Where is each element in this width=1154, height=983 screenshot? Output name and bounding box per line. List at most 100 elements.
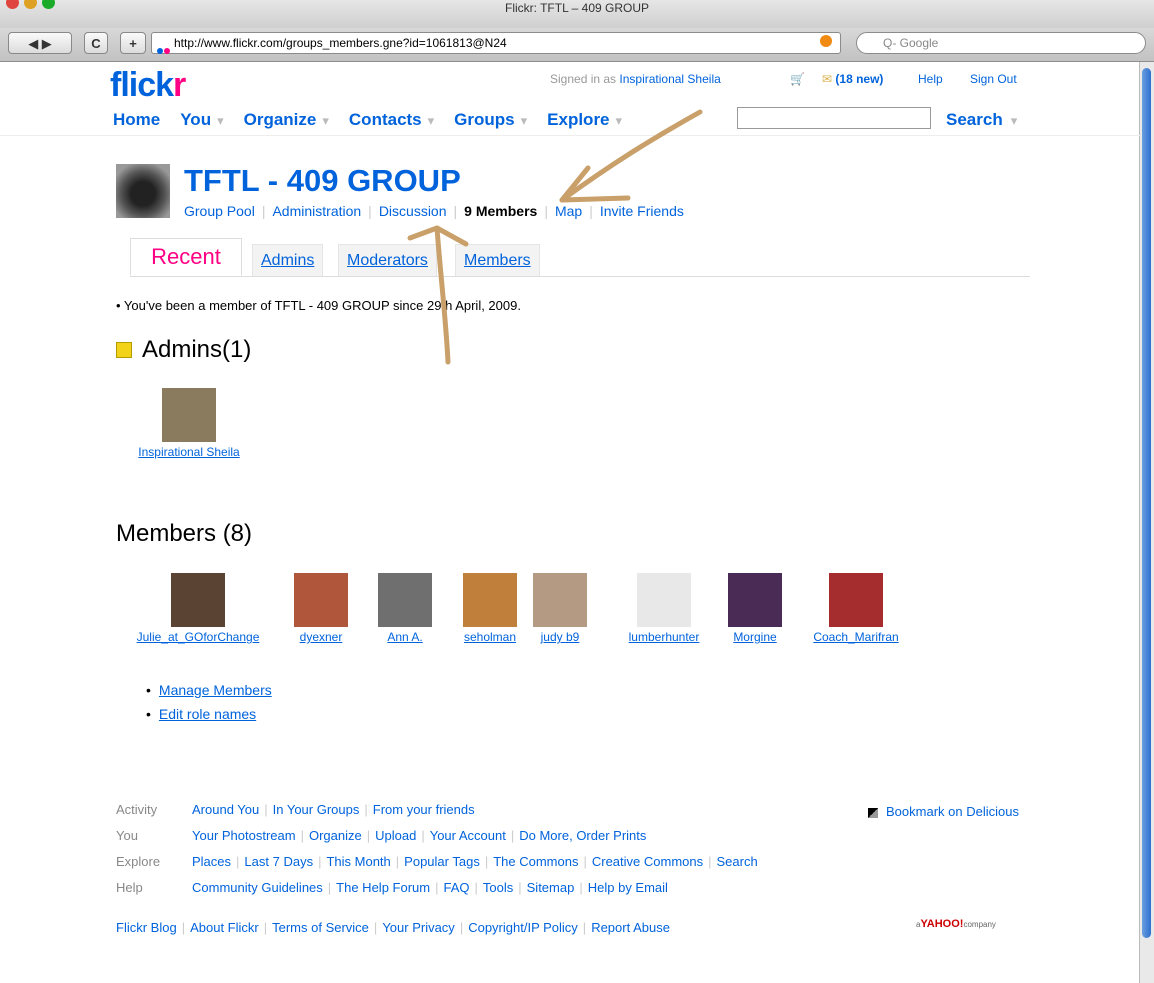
- tab-moderators[interactable]: Moderators: [338, 244, 437, 276]
- site-search-input[interactable]: [737, 107, 931, 129]
- member-name-link[interactable]: Julie_at_GOforChange: [137, 630, 260, 644]
- sign-out-link[interactable]: Sign Out: [970, 72, 1017, 86]
- flickr-logo[interactable]: flickr: [110, 66, 186, 105]
- browser-search-field[interactable]: Q- Google: [856, 32, 1146, 54]
- nav-explore[interactable]: Explore ▾: [547, 110, 622, 130]
- footer-link[interactable]: This Month: [326, 854, 390, 869]
- footer-bottom-link[interactable]: About Flickr: [190, 920, 259, 935]
- tab-members[interactable]: Members: [455, 244, 540, 276]
- admin-item[interactable]: Inspirational Sheila: [124, 388, 254, 459]
- avatar[interactable]: [637, 573, 691, 627]
- footer-link[interactable]: Tools: [483, 880, 513, 895]
- yahoo-company-logo[interactable]: aYAHOO!company: [916, 918, 996, 930]
- member-item[interactable]: Coach_Marifran: [800, 573, 912, 644]
- member-name-link[interactable]: judy b9: [541, 630, 580, 644]
- member-name-link[interactable]: lumberhunter: [629, 630, 700, 644]
- avatar[interactable]: [378, 573, 432, 627]
- footer-bottom-link[interactable]: Report Abuse: [591, 920, 670, 935]
- invite-friends-link[interactable]: Invite Friends: [600, 203, 684, 219]
- footer-bottom-link[interactable]: Copyright/IP Policy: [468, 920, 578, 935]
- member-name-link[interactable]: Coach_Marifran: [813, 630, 898, 644]
- dropdown-caret-icon[interactable]: ▾: [521, 113, 528, 128]
- avatar[interactable]: [533, 573, 587, 627]
- main-nav: Home You ▾ Organize ▾ Contacts ▾ Groups ▾ Ex…: [113, 110, 642, 130]
- group-title[interactable]: TFTL - 409 GROUP: [184, 163, 461, 199]
- footer-link[interactable]: Your Account: [430, 828, 506, 843]
- avatar[interactable]: [829, 573, 883, 627]
- footer-bottom-link[interactable]: Flickr Blog: [116, 920, 177, 935]
- mail-link[interactable]: ✉ (18 new): [822, 72, 883, 86]
- help-link[interactable]: Help: [918, 72, 943, 86]
- member-item[interactable]: judy b9: [530, 573, 590, 644]
- nav-contacts[interactable]: Contacts ▾: [349, 110, 434, 130]
- bookmark-label[interactable]: Bookmark on Delicious: [886, 804, 1019, 819]
- footer-link[interactable]: Organize: [309, 828, 362, 843]
- member-name-link[interactable]: Ann A.: [387, 630, 422, 644]
- footer-link[interactable]: From your friends: [373, 802, 475, 817]
- new-tab-button[interactable]: +: [120, 32, 146, 54]
- footer-link[interactable]: Upload: [375, 828, 416, 843]
- dropdown-caret-icon[interactable]: ▾: [217, 113, 224, 128]
- footer-bottom-link[interactable]: Terms of Service: [272, 920, 369, 935]
- footer-link[interactable]: Creative Commons: [592, 854, 703, 869]
- member-item[interactable]: dyexner: [286, 573, 356, 644]
- dropdown-caret-icon[interactable]: ▾: [616, 113, 623, 128]
- dropdown-caret-icon[interactable]: ▾: [428, 113, 435, 128]
- reload-button[interactable]: C: [84, 32, 108, 54]
- footer-link[interactable]: FAQ: [443, 880, 469, 895]
- nav-you[interactable]: You ▾: [180, 110, 223, 130]
- footer-link[interactable]: Sitemap: [527, 880, 575, 895]
- administration-link[interactable]: Administration: [272, 203, 361, 219]
- rss-icon[interactable]: [820, 35, 832, 47]
- footer-link[interactable]: Do More, Order Prints: [519, 828, 646, 843]
- tab-recent[interactable]: Recent: [130, 238, 242, 276]
- footer-link[interactable]: In Your Groups: [273, 802, 360, 817]
- avatar[interactable]: [171, 573, 225, 627]
- footer-link[interactable]: The Help Forum: [336, 880, 430, 895]
- edit-role-names-link[interactable]: Edit role names: [159, 706, 256, 722]
- map-link[interactable]: Map: [555, 203, 582, 219]
- vertical-scrollbar[interactable]: [1139, 62, 1154, 983]
- footer-link[interactable]: Community Guidelines: [192, 880, 323, 895]
- footer-link[interactable]: Popular Tags: [404, 854, 480, 869]
- dropdown-caret-icon[interactable]: ▾: [1011, 113, 1018, 128]
- footer-link[interactable]: Places: [192, 854, 231, 869]
- bookmark-delicious[interactable]: Bookmark on Delicious: [868, 804, 1019, 819]
- dropdown-caret-icon[interactable]: ▾: [322, 113, 329, 128]
- avatar[interactable]: [294, 573, 348, 627]
- scroll-thumb[interactable]: [1142, 68, 1151, 938]
- discussion-link[interactable]: Discussion: [379, 203, 447, 219]
- address-bar[interactable]: http://www.flickr.com/groups_members.gne…: [151, 32, 841, 54]
- footer-link[interactable]: Search: [717, 854, 758, 869]
- footer-link[interactable]: Last 7 Days: [244, 854, 313, 869]
- cart-icon[interactable]: 🛒: [790, 72, 805, 86]
- footer-link[interactable]: Help by Email: [588, 880, 668, 895]
- member-name-link[interactable]: dyexner: [300, 630, 343, 644]
- group-pool-link[interactable]: Group Pool: [184, 203, 255, 219]
- group-icon[interactable]: [116, 164, 170, 218]
- member-name-link[interactable]: Morgine: [733, 630, 776, 644]
- mail-count[interactable]: (18 new): [835, 72, 883, 86]
- admin-name-link[interactable]: Inspirational Sheila: [138, 445, 239, 459]
- footer-bottom-link[interactable]: Your Privacy: [382, 920, 455, 935]
- tab-admins[interactable]: Admins: [252, 244, 324, 276]
- avatar[interactable]: [728, 573, 782, 627]
- avatar[interactable]: [463, 573, 517, 627]
- manage-members-link[interactable]: Manage Members: [159, 682, 272, 698]
- footer-link[interactable]: Around You: [192, 802, 259, 817]
- avatar[interactable]: [162, 388, 216, 442]
- nav-organize[interactable]: Organize ▾: [244, 110, 329, 130]
- member-item[interactable]: seholman: [450, 573, 530, 644]
- footer-link[interactable]: The Commons: [493, 854, 578, 869]
- member-name-link[interactable]: seholman: [464, 630, 516, 644]
- member-item[interactable]: lumberhunter: [614, 573, 714, 644]
- nav-home[interactable]: Home: [113, 110, 160, 130]
- member-item[interactable]: Morgine: [722, 573, 788, 644]
- site-search-button[interactable]: Search ▾: [946, 110, 1017, 130]
- back-forward-button[interactable]: ◀ ▶: [8, 32, 72, 54]
- footer-link[interactable]: Your Photostream: [192, 828, 296, 843]
- nav-groups[interactable]: Groups ▾: [454, 110, 527, 130]
- member-item[interactable]: Julie_at_GOforChange: [118, 573, 278, 644]
- user-name-link[interactable]: Inspirational Sheila: [619, 72, 720, 86]
- member-item[interactable]: Ann A.: [372, 573, 438, 644]
